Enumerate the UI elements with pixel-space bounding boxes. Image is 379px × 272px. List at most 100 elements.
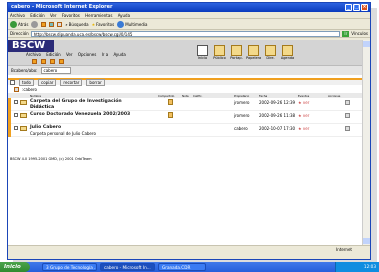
multimedia-button[interactable]: Multimedia [117, 20, 147, 28]
row-name[interactable]: Carpeta del Grupo de Investigación [30, 99, 122, 104]
menu-ver[interactable]: Ver [50, 13, 57, 18]
app-dire[interactable]: Dire. [263, 45, 278, 63]
row-owner[interactable]: jromero [234, 100, 249, 105]
app-portap[interactable]: Portap. [229, 45, 244, 63]
maximize-button[interactable]: □ [353, 4, 360, 11]
forward-icon[interactable] [31, 20, 39, 28]
app-inicio[interactable]: Inicio [195, 45, 210, 63]
app-publico[interactable]: Público [212, 45, 227, 63]
app-papelera[interactable]: Papelera [246, 45, 261, 63]
vertical-scrollbar[interactable] [362, 40, 370, 245]
home-icon[interactable] [57, 21, 63, 27]
up-icon[interactable] [32, 59, 37, 64]
menu-archivo[interactable]: Archivo [10, 13, 25, 18]
bscw-menu-archivo[interactable]: Archivo [26, 52, 41, 57]
bscw-logo: BSCW [8, 40, 54, 52]
status-bar: Internet [8, 245, 370, 253]
row-checkbox[interactable] [14, 113, 18, 117]
title-bar: cabero - Microsoft Internet Explorer _ □… [8, 3, 370, 12]
row-checkbox[interactable] [14, 126, 18, 130]
minimize-button[interactable]: _ [345, 4, 352, 11]
row-owner[interactable]: cabero [234, 126, 248, 131]
task-grupo[interactable]: 3 Grupo de Tecnología ... [42, 263, 97, 271]
user-label: Bcabero/abo: [11, 68, 38, 73]
menu-edicion[interactable]: Edición [30, 13, 44, 18]
internet-zone: Internet [336, 247, 352, 252]
bscw-app-icons: Inicio Público Portap. Papelera Dire. Ag… [195, 45, 295, 63]
back-button[interactable]: Atrás [10, 20, 28, 28]
todo-button[interactable]: todo [19, 79, 35, 86]
row-name[interactable]: Curso Doctorado Venezuela 2002/2003 [30, 112, 130, 117]
new-folder-icon[interactable] [41, 59, 46, 64]
folder-open-icon [14, 86, 19, 92]
star-icon: ★ [91, 21, 96, 27]
bscw-menu-edicion[interactable]: Edición [46, 52, 60, 57]
user-bar: Bcabero/abo: cabero [8, 65, 363, 75]
app-agenda[interactable]: Agenda [280, 45, 295, 63]
breadcrumb: :cabero [8, 85, 363, 93]
bscw-menu-ayuda[interactable]: Ayuda [113, 52, 125, 57]
clock: 12:03 [363, 264, 376, 269]
bscw-menu-ver[interactable]: Ver [66, 52, 73, 57]
action-bar: todo copiar recortar borrar [8, 78, 363, 86]
row-event[interactable]: ★ ver [298, 100, 309, 105]
row-action-icon[interactable] [345, 113, 350, 118]
bscw-header: BSCW Archivo Edición Ver Opciones Ir a A… [8, 40, 363, 65]
go-button[interactable]: Ir [342, 30, 350, 37]
clipboard-icon [231, 45, 242, 56]
bscw-menu-ir-a[interactable]: Ir a [102, 52, 109, 57]
row-action-icon[interactable] [345, 126, 350, 131]
info-icon[interactable] [59, 59, 64, 64]
menu-bar: Archivo Edición Ver Favoritos Herramient… [8, 12, 370, 19]
menu-favoritos[interactable]: Favoritos [62, 13, 80, 18]
search-button[interactable]: ⌕ Búsqueda [65, 22, 88, 27]
row-owner[interactable]: jromero [234, 113, 249, 118]
row-event[interactable]: ★ ver [298, 126, 309, 131]
row-event[interactable]: ★ ver [298, 113, 309, 118]
delete-button[interactable]: borrar [86, 79, 105, 86]
cut-button[interactable]: recortar [60, 79, 83, 86]
stop-icon[interactable] [41, 21, 47, 27]
public-icon [214, 45, 225, 56]
table-row[interactable]: Curso Doctorado Venezuela 2002/2003 jrom… [8, 111, 363, 124]
page-content: BSCW Archivo Edición Ver Opciones Ir a A… [8, 40, 363, 245]
copy-button[interactable]: copiar [38, 79, 57, 86]
calendar-icon [282, 45, 293, 56]
path-label[interactable]: :cabero [22, 87, 37, 92]
task-granada[interactable]: Granada.CDR [158, 263, 206, 271]
row-checkbox[interactable] [14, 100, 18, 104]
bscw-menu-opciones[interactable]: Opciones [78, 52, 97, 57]
menu-ayuda[interactable]: Ayuda [118, 13, 130, 18]
address-input[interactable]: http://bscw.dipuanda.uca.es/bscw/bscw.cg… [30, 30, 341, 37]
window-shadow [371, 8, 377, 260]
row-date: 2002-10-07 17:30 [259, 126, 296, 131]
table-row[interactable]: Julio Cabero Carpeta personal de Julio C… [8, 124, 363, 137]
footer-copyright: BSCW 4.0 1995-2001 GMD, (c) 2001 OrbiTea… [10, 157, 92, 161]
task-browser[interactable]: cabero - Microsoft In... [100, 263, 155, 271]
row-date: 2002-09-26 11:38 [259, 113, 296, 118]
close-button[interactable]: × [361, 4, 368, 11]
links-label[interactable]: Vínculos [351, 31, 368, 36]
shared-icon [168, 99, 173, 105]
user-select[interactable]: cabero [40, 67, 71, 74]
start-button[interactable]: Inicio [0, 262, 30, 272]
address-label: Dirección [10, 31, 29, 36]
bscw-menu: Archivo Edición Ver Opciones Ir a Ayuda [26, 52, 130, 57]
taskbar: Inicio 3 Grupo de Tecnología ... cabero … [0, 262, 379, 272]
upload-icon[interactable] [50, 59, 55, 64]
home-icon [197, 45, 208, 56]
search-icon: ⌕ [65, 21, 68, 27]
refresh-icon[interactable] [49, 21, 55, 27]
favorites-button[interactable]: ★ Favoritos [92, 22, 115, 27]
browser-window: cabero - Microsoft Internet Explorer _ □… [7, 2, 371, 260]
table-row[interactable]: Carpeta del Grupo de Investigación Didác… [8, 98, 363, 111]
menu-herramientas[interactable]: Herramientas [85, 13, 112, 18]
row-name[interactable]: Julio Cabero [30, 125, 61, 130]
row-name-cont[interactable]: Didáctica [30, 105, 54, 110]
folder-icon [20, 126, 27, 131]
folder-icon [20, 100, 27, 105]
row-action-icon[interactable] [345, 100, 350, 105]
system-tray: 12:03 [335, 262, 379, 272]
row-description: Carpeta personal de Julio Cabero [30, 131, 96, 136]
select-all-checkbox[interactable] [10, 80, 15, 85]
